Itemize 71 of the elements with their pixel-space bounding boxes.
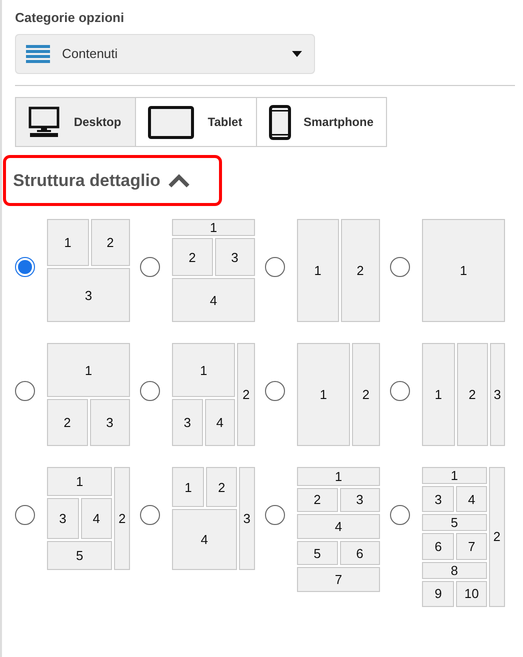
layout-cell[interactable]: 3 xyxy=(47,268,130,322)
device-tab[interactable]: Desktop xyxy=(16,98,135,146)
dropdown-caret-icon xyxy=(292,51,302,57)
radio-button[interactable] xyxy=(390,257,410,277)
radio-button[interactable] xyxy=(265,381,285,401)
tablet-icon xyxy=(148,106,194,138)
layout-cell[interactable]: 1 xyxy=(172,343,236,398)
layout-cell[interactable]: 3 xyxy=(238,467,255,570)
layout-cell[interactable]: 3 xyxy=(340,488,380,512)
layout-cell[interactable]: 1 xyxy=(422,343,455,446)
layout-cell[interactable]: 1 xyxy=(297,343,350,446)
radio-button[interactable] xyxy=(140,381,160,401)
layout-cell[interactable]: 3 xyxy=(47,498,79,539)
layout-cell[interactable]: 3 xyxy=(490,343,505,446)
layout-cell[interactable]: 3 xyxy=(214,238,255,276)
layout-cell[interactable]: 3 xyxy=(422,486,454,512)
layout-cell[interactable]: 1 xyxy=(422,467,487,484)
layout-cell[interactable]: 1 xyxy=(297,219,338,322)
radio-button[interactable] xyxy=(15,381,35,401)
layout-cell[interactable]: 1 xyxy=(47,467,112,496)
layout-cell[interactable]: 5 xyxy=(297,541,338,566)
section-title: Struttura dettaglio xyxy=(13,170,160,192)
layout-cell[interactable]: 3 xyxy=(172,399,203,446)
layout-cell[interactable]: 9 xyxy=(422,580,454,607)
category-dropdown[interactable]: Contenuti xyxy=(15,34,315,74)
layout-cell[interactable]: 2 xyxy=(352,343,380,446)
radio-button[interactable] xyxy=(140,505,160,525)
layout-cell[interactable]: 4 xyxy=(172,509,237,570)
radio-button[interactable] xyxy=(265,257,285,277)
layout-cell[interactable]: 4 xyxy=(456,486,487,512)
layout-cell[interactable]: 2 xyxy=(340,219,380,322)
layout-cell[interactable]: 2 xyxy=(206,467,237,508)
layout-cell[interactable]: 6 xyxy=(422,533,454,560)
layout-cell[interactable]: 5 xyxy=(47,540,112,570)
radio-button[interactable] xyxy=(15,257,35,277)
layout-cell[interactable]: 10 xyxy=(456,580,487,607)
desktop-icon xyxy=(28,106,60,138)
layout-cell[interactable]: 6 xyxy=(340,541,380,566)
layout-cell[interactable]: 7 xyxy=(297,567,380,592)
layout-cell[interactable]: 4 xyxy=(204,399,236,446)
layout-cell[interactable]: 2 xyxy=(488,467,505,607)
dropdown-value: Contenuti xyxy=(62,45,119,64)
layout-cell[interactable]: 1 xyxy=(47,219,88,266)
chevron-up-icon[interactable] xyxy=(168,174,190,188)
radio-button[interactable] xyxy=(265,505,285,525)
radio-button[interactable] xyxy=(390,381,410,401)
layout-cell[interactable]: 1 xyxy=(172,219,255,236)
layout-cell[interactable]: 4 xyxy=(297,514,380,540)
layout-cell[interactable]: 2 xyxy=(90,219,130,266)
list-icon xyxy=(26,44,50,64)
layout-cell[interactable]: 7 xyxy=(456,533,487,560)
radio-button[interactable] xyxy=(15,505,35,525)
layout-cell[interactable]: 2 xyxy=(297,488,338,512)
layout-cell[interactable]: 8 xyxy=(422,562,487,579)
layout-cell[interactable]: 1 xyxy=(47,343,130,398)
layout-cell[interactable]: 4 xyxy=(172,278,255,322)
layout-cell[interactable]: 2 xyxy=(172,238,212,276)
smartphone-icon xyxy=(269,104,291,140)
layout-cell[interactable]: 1 xyxy=(297,467,380,486)
radio-button[interactable] xyxy=(140,257,160,277)
layout-cell[interactable]: 1 xyxy=(422,219,505,322)
layout-cell[interactable]: 2 xyxy=(237,343,255,446)
layout-cell[interactable]: 3 xyxy=(90,399,130,446)
layout-cell[interactable]: 5 xyxy=(422,514,487,532)
layout-cell[interactable]: 4 xyxy=(80,498,112,539)
layout-cell[interactable]: 1 xyxy=(172,467,204,508)
layout-cell[interactable]: 2 xyxy=(114,467,130,570)
layout-cell[interactable]: 2 xyxy=(456,343,488,446)
layout-cell[interactable]: 2 xyxy=(47,399,88,446)
radio-button[interactable] xyxy=(390,505,410,525)
field-label: Categorie opzioni xyxy=(15,10,126,26)
